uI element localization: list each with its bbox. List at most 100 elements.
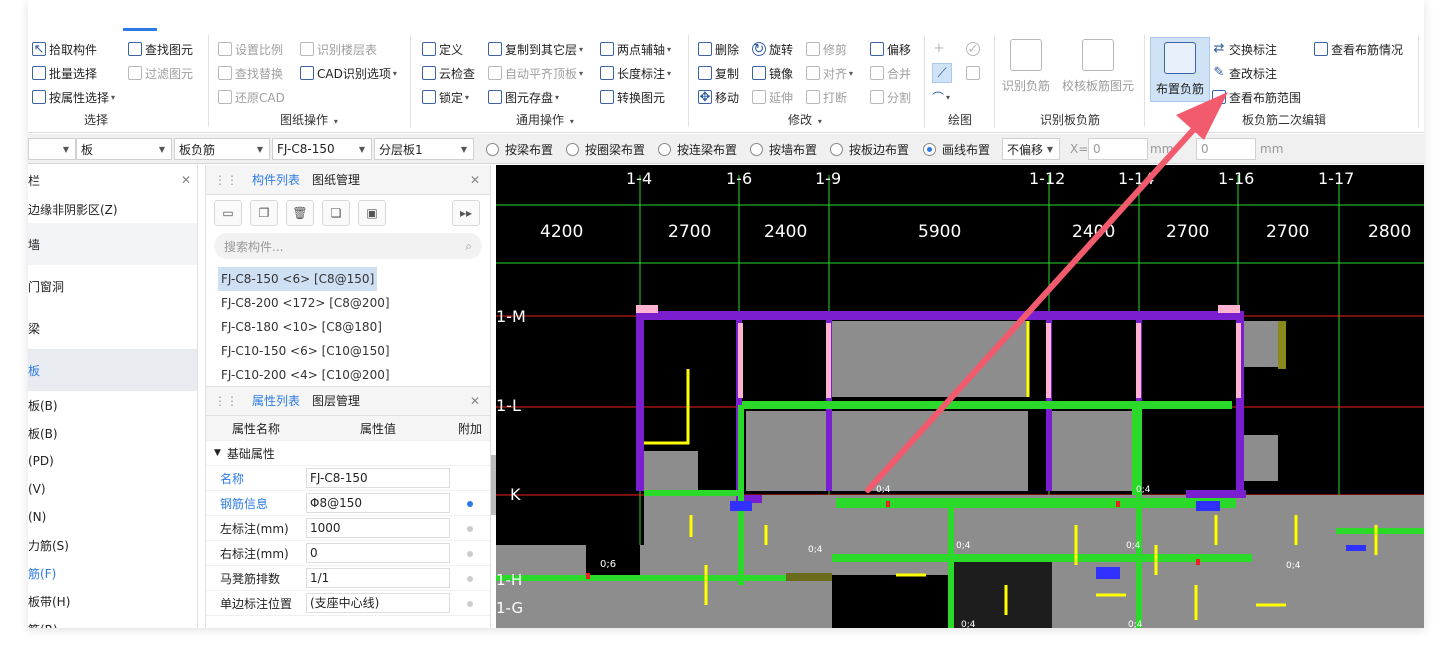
move-button[interactable]: ✥ 移动 bbox=[698, 87, 739, 107]
drag-handle-icon[interactable]: ⋮⋮ bbox=[206, 173, 246, 187]
list-item[interactable]: FJ-C10-200 <4> [C10@200] bbox=[218, 363, 478, 387]
property-value[interactable]: 1000 bbox=[306, 518, 450, 538]
tab-component-list[interactable]: 构件列表 bbox=[246, 165, 306, 195]
draw-check-button[interactable]: ✓ bbox=[966, 39, 983, 59]
list-item[interactable]: FJ-C8-200 <172> [C8@200] bbox=[218, 291, 478, 315]
property-value[interactable]: 0 bbox=[306, 543, 450, 563]
list-item[interactable]: 板 bbox=[28, 349, 197, 391]
radio-slab-edge[interactable]: 按板边布置 bbox=[830, 141, 909, 158]
copy-to-floor-button[interactable]: 复制到其它层 ▾ bbox=[488, 39, 583, 59]
radio-wall[interactable]: 按墙布置 bbox=[750, 141, 817, 158]
x-input[interactable]: 0 bbox=[1088, 138, 1148, 160]
merge-button[interactable]: 合并 bbox=[870, 63, 911, 83]
select-by-attr-button[interactable]: 按属性选择 ▾ bbox=[32, 87, 115, 107]
cloud-check-button[interactable]: 云检查 bbox=[422, 63, 475, 83]
attach-checkbox[interactable] bbox=[467, 501, 473, 507]
cad-options-button[interactable]: CAD识别选项 ▾ bbox=[300, 63, 397, 83]
mirror-button[interactable]: 镜像 bbox=[752, 63, 793, 83]
list-item[interactable]: (PD) bbox=[28, 447, 197, 475]
view-rebar-range-button[interactable]: 查看布筋范围 bbox=[1212, 87, 1301, 107]
list-item[interactable]: 板(B) bbox=[28, 391, 197, 419]
extend-button[interactable]: 延伸 bbox=[752, 87, 793, 107]
find-element-button[interactable]: 查找图元 bbox=[128, 39, 193, 59]
new-icon[interactable]: ▭ bbox=[214, 200, 242, 226]
attach-checkbox[interactable] bbox=[467, 551, 473, 557]
length-dim-button[interactable]: 长度标注 ▾ bbox=[600, 63, 671, 83]
set-scale-button[interactable]: 设置比例 bbox=[218, 39, 283, 59]
filter-element-button[interactable]: 过滤图元 bbox=[128, 63, 193, 83]
radio-beam[interactable]: 按梁布置 bbox=[486, 141, 553, 158]
y-input[interactable]: 0 bbox=[1196, 138, 1256, 160]
list-item[interactable]: 板带(H) bbox=[28, 587, 197, 615]
delete-button[interactable]: 删除 bbox=[698, 39, 739, 59]
more-icon[interactable]: ▸▸ bbox=[452, 200, 480, 226]
category-combo[interactable]: ▼ bbox=[28, 138, 76, 160]
offset-button[interactable]: 偏移 bbox=[870, 39, 911, 59]
view-rebar-status-button[interactable]: 查看布筋情况 bbox=[1314, 39, 1403, 59]
list-item[interactable]: 梁 bbox=[28, 307, 197, 349]
rotate-button[interactable]: ↻ 旋转 bbox=[752, 39, 793, 59]
draw-point-button[interactable]: + bbox=[932, 39, 949, 59]
split-button[interactable]: 分割 bbox=[870, 87, 911, 107]
lock-button[interactable]: 锁定 ▾ bbox=[422, 87, 469, 107]
pick-component-button[interactable]: ↖ 拾取构件 bbox=[32, 39, 97, 59]
close-icon[interactable]: ✕ bbox=[470, 394, 490, 408]
list-item[interactable]: (N) bbox=[28, 503, 197, 531]
subtype-combo[interactable]: 板负筋 ▼ bbox=[174, 138, 270, 160]
restore-cad-button[interactable]: 还原CAD bbox=[218, 87, 285, 107]
section-header[interactable]: ▼ 基础属性 bbox=[206, 441, 490, 466]
trim-button[interactable]: 修剪 bbox=[806, 39, 847, 59]
list-item[interactable]: 筋(R) bbox=[28, 615, 197, 629]
auto-align-button[interactable]: 自动平齐顶板 ▾ bbox=[488, 63, 583, 83]
draw-line-button[interactable]: ⟋ bbox=[932, 63, 952, 83]
copy-button[interactable]: 复制 bbox=[698, 63, 739, 83]
property-value[interactable]: 1/1 bbox=[306, 568, 450, 588]
convert-element-button[interactable]: 转换图元 bbox=[600, 87, 665, 107]
list-item[interactable]: FJ-C10-150 <6> [C10@150] bbox=[218, 339, 478, 363]
draw-arc-button[interactable]: ⌒ ▾ bbox=[932, 87, 950, 107]
copy-icon[interactable]: ❐ bbox=[250, 200, 278, 226]
tab-drawing-manager[interactable]: 图纸管理 bbox=[306, 165, 366, 195]
property-value[interactable]: FJ-C8-150 bbox=[306, 468, 450, 488]
place-neg-rebar-button[interactable]: 布置负筋 bbox=[1150, 37, 1211, 102]
list-item[interactable]: 板(B) bbox=[28, 419, 197, 447]
list-item[interactable]: FJ-C8-150 <6> [C8@150] bbox=[218, 267, 378, 291]
list-item[interactable]: 边缘非阴影区(Z) bbox=[28, 195, 197, 223]
drag-handle-icon[interactable]: ⋮⋮ bbox=[206, 394, 246, 408]
two-point-axis-button[interactable]: 两点辅轴 ▾ bbox=[600, 39, 671, 59]
list-item[interactable]: 力筋(S) bbox=[28, 531, 197, 559]
attach-checkbox[interactable] bbox=[467, 576, 473, 582]
list-item[interactable]: 筋(F) bbox=[28, 559, 197, 587]
find-replace-button[interactable]: 查找替换 bbox=[218, 63, 283, 83]
cad-canvas[interactable]: 1-4 1-6 1-9 1-12 1-14 1-16 1-17 4200 270… bbox=[496, 165, 1424, 628]
element-save-button[interactable]: 图元存盘 ▾ bbox=[488, 87, 559, 107]
tab-property-list[interactable]: 属性列表 bbox=[246, 386, 306, 416]
type-combo[interactable]: 板 ▼ bbox=[76, 138, 172, 160]
list-item[interactable]: (V) bbox=[28, 475, 197, 503]
trash-icon[interactable]: 🗑 bbox=[286, 200, 314, 226]
attach-checkbox[interactable] bbox=[467, 526, 473, 532]
draw-rect-button[interactable] bbox=[966, 63, 983, 83]
layer-combo[interactable]: 分层板1 ▼ bbox=[374, 138, 474, 160]
list-item[interactable]: 墙 bbox=[28, 223, 197, 265]
edit-label-button[interactable]: ✎ 查改标注 bbox=[1212, 63, 1277, 83]
list-item[interactable]: FJ-C8-180 <10> [C8@180] bbox=[218, 315, 478, 339]
swap-label-button[interactable]: ⇄ 交换标注 bbox=[1212, 39, 1277, 59]
close-icon[interactable]: ✕ bbox=[181, 173, 191, 187]
recognize-floor-table-button[interactable]: 识别楼层表 bbox=[300, 39, 377, 59]
list-item[interactable]: 门窗洞 bbox=[28, 265, 197, 307]
radio-draw-line[interactable]: 画线布置 bbox=[923, 141, 990, 158]
tab-layer-manager[interactable]: 图层管理 bbox=[306, 386, 366, 416]
break-button[interactable]: 打断 bbox=[806, 87, 847, 107]
check-slab-rebar-button[interactable]: 校核板筋图元 bbox=[1062, 39, 1134, 94]
align-button[interactable]: 对齐 ▾ bbox=[806, 63, 853, 83]
radio-link-beam[interactable]: 按连梁布置 bbox=[658, 141, 737, 158]
close-icon[interactable]: ✕ bbox=[470, 173, 490, 187]
batch-select-button[interactable]: 批量选择 bbox=[32, 63, 97, 83]
define-button[interactable]: 定义 bbox=[422, 39, 463, 59]
search-input[interactable]: 搜索构件... ⌕ bbox=[214, 233, 482, 259]
layer-copy-icon[interactable]: ❏ bbox=[322, 200, 350, 226]
save-icon[interactable]: ▣ bbox=[358, 200, 386, 226]
offset-combo[interactable]: 不偏移 ▼ bbox=[1002, 138, 1060, 160]
radio-ring-beam[interactable]: 按圈梁布置 bbox=[566, 141, 645, 158]
